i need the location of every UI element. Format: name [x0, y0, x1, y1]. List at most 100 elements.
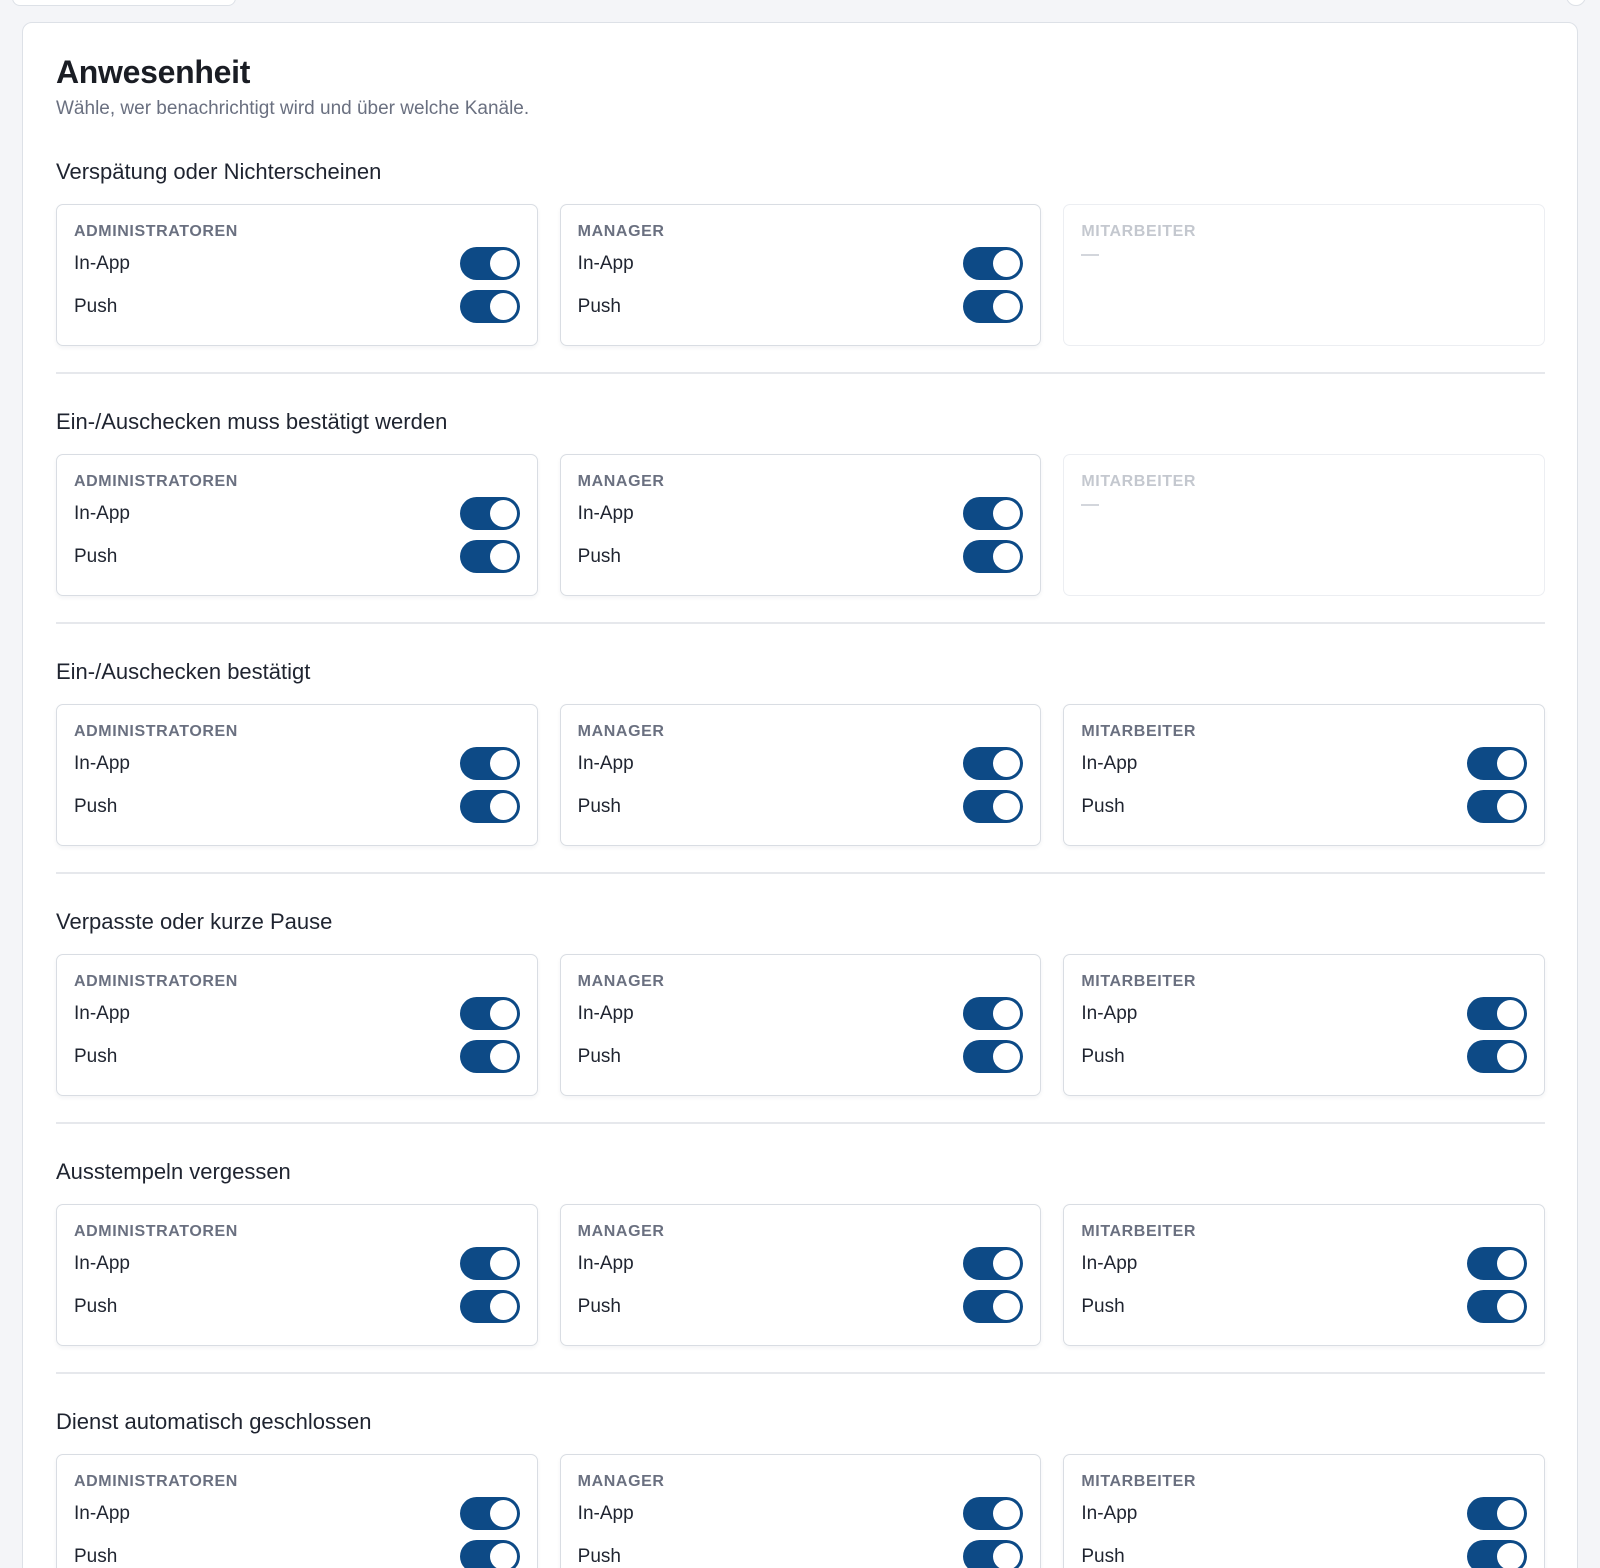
- toggle-knob: [993, 1000, 1021, 1027]
- role-label: MANAGER: [577, 723, 665, 740]
- toggle-knob: [1497, 1250, 1525, 1277]
- toggle-knob: [1497, 793, 1525, 820]
- role-label: ADMINISTRATOREN: [74, 723, 238, 740]
- channel-label: In-App: [74, 1252, 130, 1274]
- push-toggle[interactable]: [459, 290, 520, 323]
- section-title: Verspätung oder Nichterscheinen: [56, 159, 382, 184]
- toggle-knob: [1497, 750, 1525, 777]
- toggle-knob: [993, 1500, 1021, 1527]
- push-toggle[interactable]: [1467, 1540, 1528, 1568]
- toggle-knob: [1497, 1500, 1525, 1527]
- toggle-knob: [1497, 1043, 1525, 1070]
- channel-label: Push: [577, 1295, 621, 1317]
- section-check-in-out-confirmed: Ein-/Auschecken bestätigt ADMINISTRATORE…: [56, 658, 1546, 874]
- channel-label: In-App: [577, 1502, 634, 1524]
- inapp-toggle[interactable]: [963, 247, 1024, 280]
- channel-row-inapp: In-App: [578, 242, 1024, 285]
- push-toggle[interactable]: [963, 790, 1024, 823]
- inapp-toggle[interactable]: [963, 997, 1024, 1030]
- section-title: Ausstempeln vergessen: [56, 1159, 291, 1184]
- channel-row-push: Push: [74, 785, 520, 828]
- push-toggle[interactable]: [963, 540, 1024, 573]
- push-toggle[interactable]: [963, 1040, 1024, 1073]
- channel-label: In-App: [1081, 1002, 1138, 1024]
- channel-label: In-App: [74, 1002, 130, 1024]
- card-admin: ADMINISTRATOREN In-App Push: [56, 204, 538, 346]
- section-divider: [56, 372, 1545, 374]
- toggle-knob: [993, 1250, 1021, 1277]
- inapp-toggle[interactable]: [1467, 1247, 1528, 1280]
- channel-label: In-App: [577, 1252, 634, 1274]
- push-toggle[interactable]: [963, 1290, 1024, 1323]
- toggle-knob: [489, 1000, 517, 1027]
- channel-row-push: Push: [74, 1535, 520, 1568]
- inapp-toggle[interactable]: [459, 497, 520, 530]
- toggle-knob: [1497, 1543, 1525, 1568]
- inapp-toggle[interactable]: [1467, 997, 1528, 1030]
- channel-row-inapp: In-App: [578, 742, 1024, 785]
- push-toggle[interactable]: [459, 790, 520, 823]
- inapp-toggle[interactable]: [459, 247, 520, 280]
- channel-row-push: Push: [74, 285, 520, 328]
- toggle-knob: [1497, 1000, 1525, 1027]
- channel-row-inapp: In-App: [74, 742, 520, 785]
- card-manager: MANAGER In-App Push: [559, 1454, 1042, 1568]
- channel-label: Push: [577, 295, 621, 317]
- toggle-knob: [489, 1250, 517, 1277]
- push-toggle[interactable]: [963, 1540, 1024, 1568]
- toggle-knob: [489, 1500, 517, 1527]
- push-toggle[interactable]: [459, 1040, 520, 1073]
- role-label: ADMINISTRATOREN: [74, 1473, 238, 1490]
- channel-label: In-App: [1081, 1252, 1138, 1274]
- channel-row-push: Push: [578, 1535, 1024, 1568]
- toggle-knob: [489, 250, 517, 277]
- push-toggle[interactable]: [1467, 790, 1528, 823]
- inapp-toggle[interactable]: [963, 1247, 1024, 1280]
- channel-row-inapp: In-App: [578, 492, 1024, 535]
- push-toggle[interactable]: [963, 290, 1024, 323]
- inapp-toggle[interactable]: [1467, 747, 1528, 780]
- toggle-knob: [993, 750, 1021, 777]
- inapp-toggle[interactable]: [963, 747, 1024, 780]
- channel-row-inapp: In-App: [578, 1492, 1024, 1535]
- card-employee: MITARBEITER In-App Push: [1063, 1454, 1546, 1568]
- card-employee: MITARBEITER In-App Push: [1063, 704, 1546, 846]
- channel-label: In-App: [577, 752, 634, 774]
- channel-row-push: Push: [74, 1035, 520, 1078]
- section-forgot-clock-out: Ausstempeln vergessen ADMINISTRATOREN In…: [56, 1158, 1546, 1374]
- top-avatar-stub[interactable]: [1566, 0, 1586, 6]
- channel-row-push: Push: [74, 535, 520, 578]
- push-toggle[interactable]: [459, 1290, 520, 1323]
- section-title: Ein-/Auschecken bestätigt: [56, 659, 311, 684]
- toggle-knob: [993, 543, 1021, 570]
- toggle-knob: [489, 293, 517, 320]
- attendance-panel: Anwesenheit Wähle, wer benachrichtigt wi…: [22, 22, 1578, 1568]
- channel-row-push: Push: [578, 535, 1024, 578]
- channel-label: Push: [1081, 1295, 1125, 1317]
- push-toggle[interactable]: [459, 1540, 520, 1568]
- inapp-toggle[interactable]: [459, 997, 520, 1030]
- inapp-toggle[interactable]: [963, 1497, 1024, 1530]
- toggle-knob: [993, 1043, 1021, 1070]
- role-label: MANAGER: [577, 973, 665, 990]
- top-field-stub[interactable]: [12, 0, 236, 6]
- push-toggle[interactable]: [1467, 1040, 1528, 1073]
- inapp-toggle[interactable]: [1467, 1497, 1528, 1530]
- inapp-toggle[interactable]: [459, 747, 520, 780]
- channel-row-inapp: In-App: [1081, 742, 1528, 785]
- inapp-toggle[interactable]: [963, 497, 1024, 530]
- role-label: ADMINISTRATOREN: [74, 473, 238, 490]
- push-toggle[interactable]: [459, 540, 520, 573]
- channel-label: In-App: [1081, 752, 1138, 774]
- inapp-toggle[interactable]: [459, 1497, 520, 1530]
- channel-label: In-App: [74, 752, 130, 774]
- toggle-knob: [489, 1543, 517, 1568]
- inapp-toggle[interactable]: [459, 1247, 520, 1280]
- role-label: MITARBEITER: [1081, 973, 1197, 990]
- channel-row-push: Push: [1081, 785, 1528, 828]
- channel-label: Push: [74, 795, 118, 817]
- push-toggle[interactable]: [1467, 1290, 1528, 1323]
- toggle-knob: [489, 1293, 517, 1320]
- channel-label: In-App: [577, 502, 634, 524]
- role-label: ADMINISTRATOREN: [74, 1223, 238, 1240]
